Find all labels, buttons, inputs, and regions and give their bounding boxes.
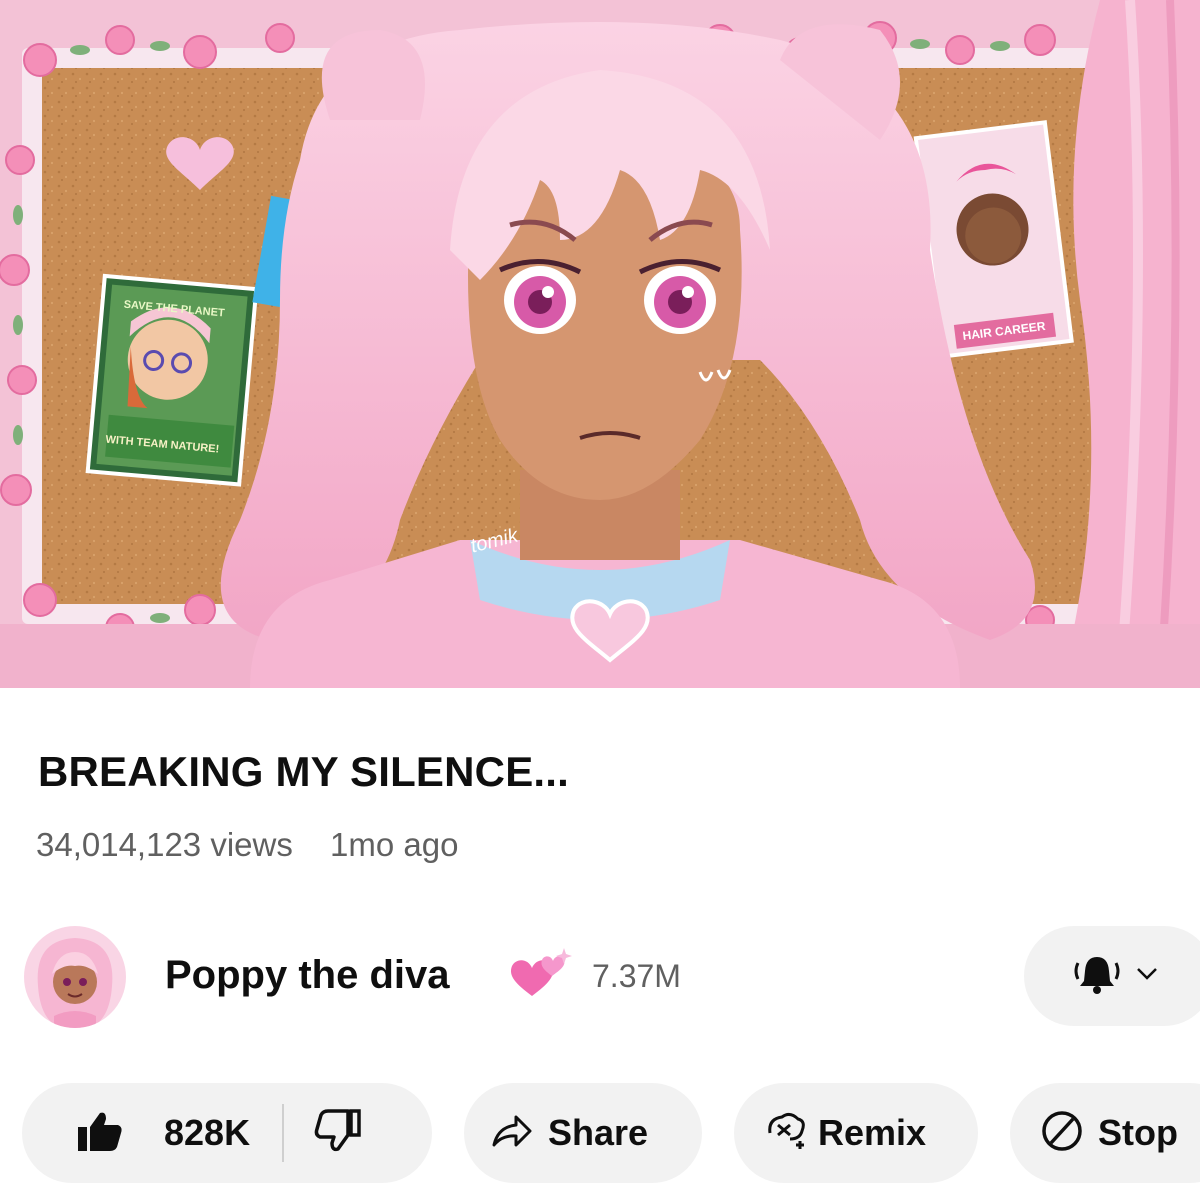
share-arrow-icon xyxy=(490,1113,548,1154)
avatar-image xyxy=(24,926,126,1028)
thumbs-down-icon[interactable] xyxy=(314,1108,362,1158)
stop-button[interactable]: Stop xyxy=(1010,1083,1200,1183)
remix-icon xyxy=(764,1111,818,1156)
chevron-down-icon xyxy=(1136,967,1158,986)
block-icon xyxy=(1040,1109,1098,1158)
thumbs-up-icon[interactable] xyxy=(76,1109,124,1158)
subscriber-count: 7.37M xyxy=(592,958,681,994)
like-count[interactable]: 828K xyxy=(164,1112,250,1154)
stop-label: Stop xyxy=(1098,1112,1178,1153)
view-count: 34,014,123 views xyxy=(36,826,293,863)
notification-bell-button[interactable] xyxy=(1024,926,1200,1026)
pill-divider xyxy=(282,1104,285,1162)
share-label: Share xyxy=(548,1112,649,1153)
share-button[interactable]: Share xyxy=(464,1083,702,1183)
channel-avatar[interactable] xyxy=(24,926,126,1028)
thumbnail-artwork: SAVE THE PLANET WITH TEAM NATURE! HAIR C… xyxy=(0,0,1200,688)
like-dislike-pill: 828K xyxy=(22,1083,432,1183)
video-title[interactable]: BREAKING MY SILENCE... xyxy=(38,748,569,796)
sparkling-hearts-icon xyxy=(506,946,572,1000)
remix-label: Remix xyxy=(818,1112,927,1153)
video-meta[interactable]: 34,014,123 views 1mo ago xyxy=(36,826,458,864)
upload-age: 1mo ago xyxy=(330,826,459,863)
video-thumbnail[interactable]: SAVE THE PLANET WITH TEAM NATURE! HAIR C… xyxy=(0,0,1200,688)
channel-name[interactable]: Poppy the diva xyxy=(165,953,450,998)
remix-button[interactable]: Remix xyxy=(734,1083,978,1183)
bell-ringing-icon xyxy=(1072,951,1122,1002)
